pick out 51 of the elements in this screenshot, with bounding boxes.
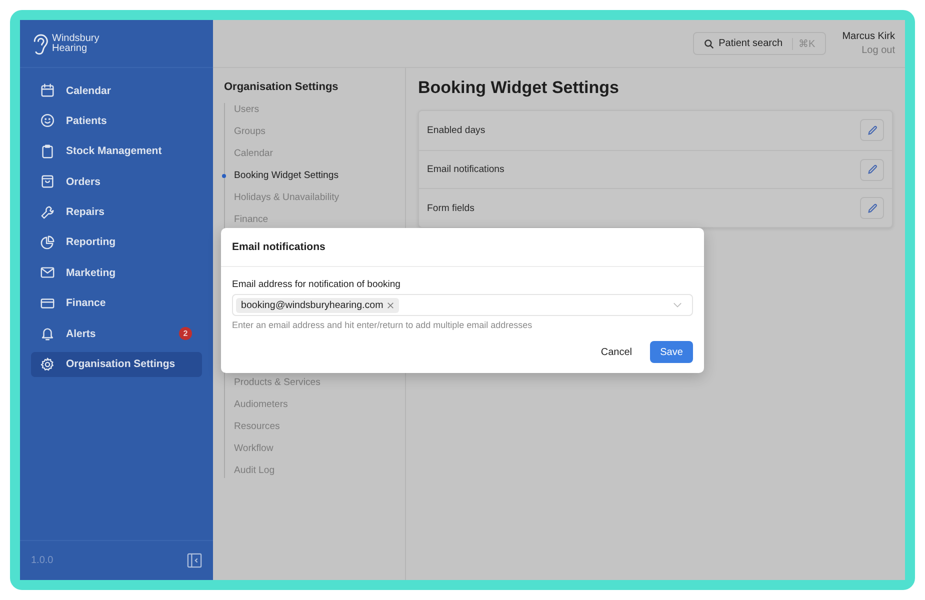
field-label: Email address for notification of booking [232,279,402,290]
wrench-icon [40,204,55,220]
version-label: 1.0.0 [31,555,54,566]
ear-logo-icon [31,32,49,56]
card-icon [40,296,55,311]
cancel-button[interactable]: Cancel [594,341,638,363]
shortcut-hint: ⌘K [792,38,816,50]
user-name: Marcus Kirk [842,31,895,42]
pie-icon [40,234,55,250]
nav-item[interactable]: Calendar [31,78,202,103]
nav-item[interactable]: Stock Management [31,138,202,164]
page-title: Booking Widget Settings [418,78,620,98]
nav-item[interactable]: Organisation Settings [31,352,202,377]
bell-icon [40,326,55,342]
save-button[interactable]: Save [650,341,693,363]
mail-icon [40,265,55,280]
nav-item[interactable]: Repairs [31,200,202,225]
help-text: Enter an email address and hit enter/return to add multiple email addresses [232,320,534,330]
count-badge: 2 [179,327,192,340]
email-select-field[interactable]: booking@windsburyhearing.com [232,294,693,316]
chevron-down-icon [673,302,682,308]
pencil-icon [866,202,878,214]
bag-icon [40,174,55,190]
brand-name: Windsbury Hearing [52,34,100,54]
pencil-icon [866,124,878,136]
search-icon [704,38,714,48]
nav-item[interactable]: Marketing [31,260,202,286]
edit-button[interactable] [860,119,884,142]
nav-item[interactable]: Reporting [31,230,202,255]
email-tag: booking@windsburyhearing.com [236,298,400,312]
edit-button[interactable] [860,158,884,181]
nav-item[interactable]: Finance [31,290,202,316]
logout-link[interactable]: Log out [862,45,895,56]
remove-icon[interactable] [387,302,394,308]
collapse-sidebar-icon[interactable] [187,553,202,568]
clipboard-icon [40,144,55,159]
gear-icon [40,356,55,372]
nav-item[interactable]: Alerts 2 [31,321,202,346]
pencil-icon [866,164,878,176]
edit-button[interactable] [860,197,884,220]
nav-item[interactable]: Orders [31,169,202,194]
setting-label: Enabled days [427,124,486,136]
calendar-icon [40,83,55,98]
smiley-icon [40,113,55,128]
setting-label: Form fields [427,202,474,214]
settings-nav-item[interactable]: Booking Widget Settings [222,169,394,184]
panel-title: Organisation Settings [224,81,340,93]
nav-item[interactable]: Patients [31,108,202,134]
patient-search-button[interactable]: Patient search ⌘K [692,32,826,55]
setting-label: Email notifications [427,164,504,176]
dialog-title: Email notifications [232,241,326,253]
